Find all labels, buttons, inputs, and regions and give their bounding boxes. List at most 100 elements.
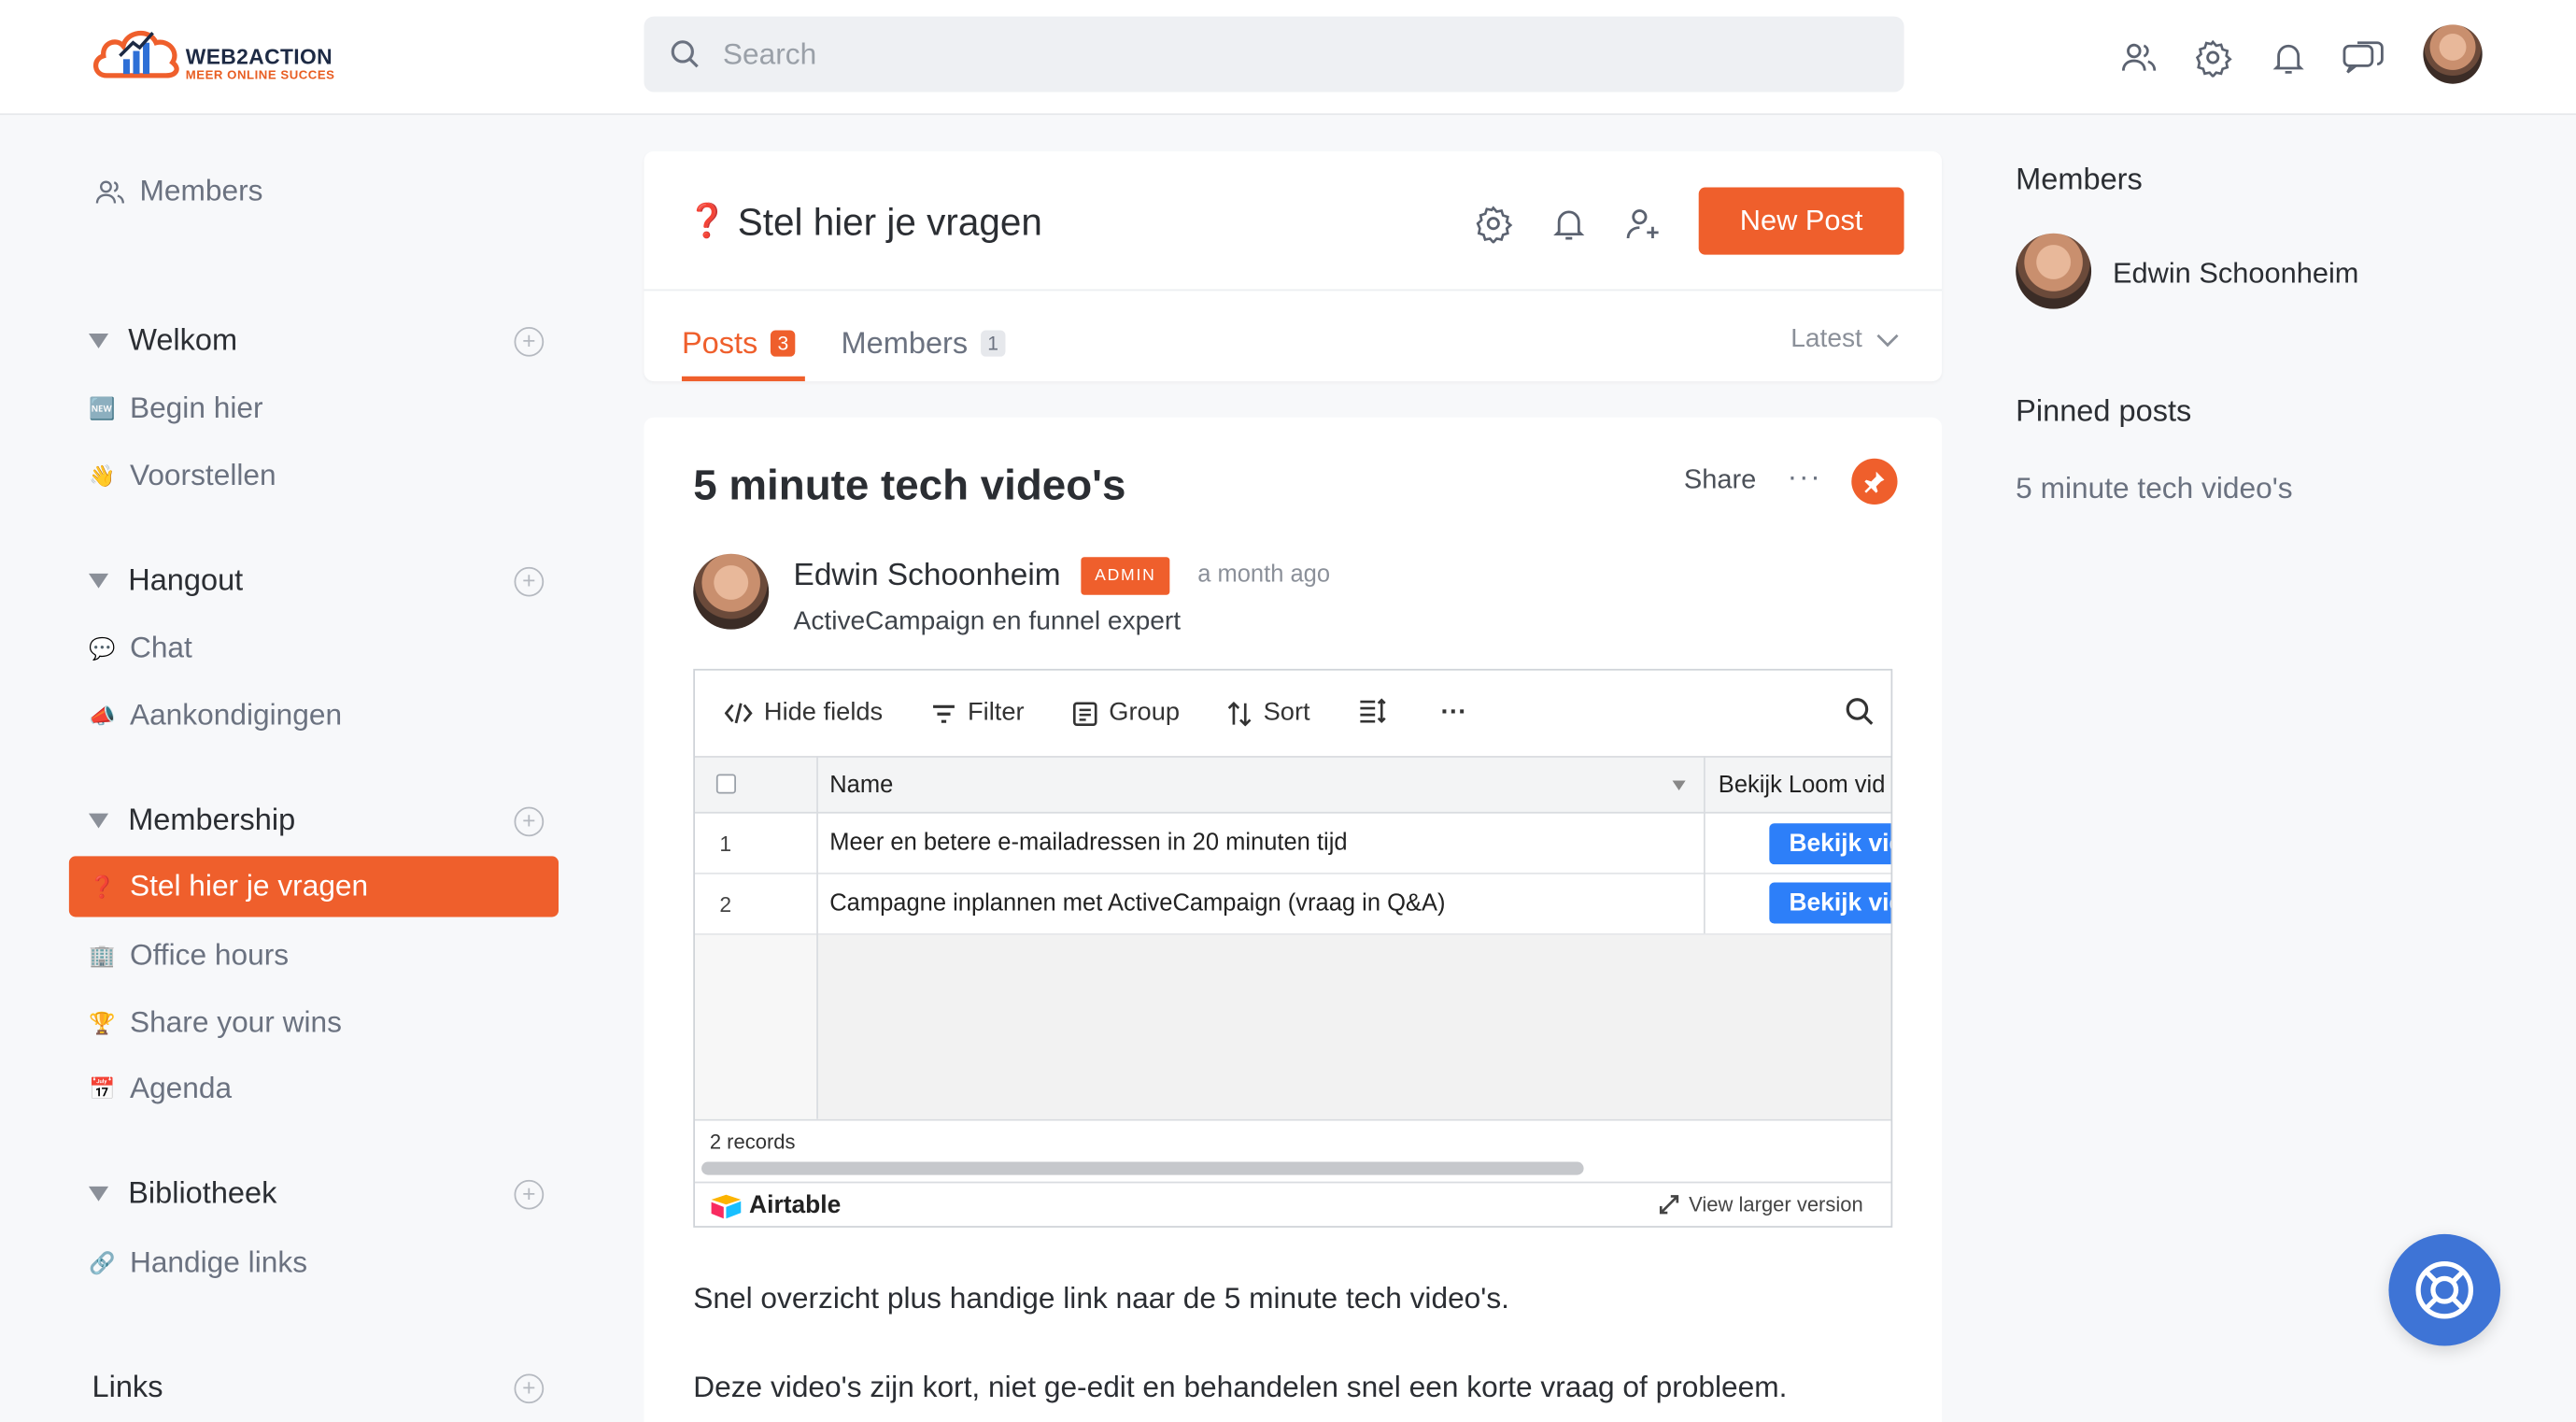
group-button[interactable]: Group (1073, 699, 1180, 729)
user-avatar[interactable] (2423, 24, 2483, 84)
add-space-icon[interactable]: + (514, 1373, 545, 1404)
share-button[interactable]: Share (1684, 465, 1756, 496)
sort-icon (1227, 701, 1252, 726)
brand-logo[interactable]: WEB2ACTION MEER ONLINE SUCCES (91, 23, 370, 89)
row-name: Meer en betere e-mailadressen in 20 minu… (829, 830, 1348, 857)
sidebar-item-agenda[interactable]: 📅 Agenda (89, 1072, 232, 1106)
section-title: Welkom (128, 321, 238, 357)
post-timestamp[interactable]: a month ago (1197, 562, 1330, 589)
hide-fields-button[interactable]: Hide fields (724, 699, 883, 729)
new-post-button[interactable]: New Post (1698, 187, 1904, 255)
speech-bubble-icon: 💬 (88, 634, 116, 661)
bekijk-video-button[interactable]: Bekijk video (1769, 882, 1891, 924)
question-icon: ❓ (88, 873, 116, 899)
pinned-post-link[interactable]: 5 minute tech video's (2016, 472, 2292, 506)
section-bibliotheek[interactable]: Bibliotheek (88, 1175, 276, 1212)
megaphone-icon: 📣 (88, 702, 116, 728)
search-bar[interactable] (644, 16, 1904, 92)
expand-icon (1659, 1195, 1679, 1215)
count-badge: 1 (981, 330, 1006, 357)
brand-tagline: MEER ONLINE SUCCES (185, 67, 335, 82)
settings-icon[interactable] (2193, 37, 2232, 78)
section-title: Links (92, 1369, 163, 1404)
space-notifications-icon[interactable] (1550, 204, 1589, 243)
messages-icon[interactable] (2341, 37, 2385, 77)
column-bekijk-loom[interactable]: Bekijk Loom vid (1719, 773, 1891, 799)
sidebar-members-link[interactable]: Members (93, 174, 262, 208)
select-all-checkbox[interactable] (715, 774, 736, 794)
sidebar-item-label: Handige links (129, 1245, 308, 1279)
view-larger-link[interactable]: View larger version (1659, 1193, 1863, 1216)
divider (695, 1181, 1891, 1184)
sidebar-item-label: Aankondigingen (129, 698, 343, 732)
sidebar-item-aankondigingen[interactable]: 📣 Aankondigingen (89, 699, 342, 733)
notifications-icon[interactable] (2269, 37, 2308, 77)
help-button[interactable] (2388, 1233, 2501, 1346)
search-input[interactable] (722, 16, 1874, 92)
table-row[interactable]: 2 Campagne inplannen met ActiveCampaign … (695, 875, 1891, 935)
sidebar-item-label: Office hours (129, 938, 290, 972)
more-options-icon[interactable]: ··· (1788, 460, 1822, 494)
section-hangout[interactable]: Hangout (88, 562, 244, 599)
author-headline: ActiveCampaign en funnel expert (793, 607, 1182, 636)
add-space-icon[interactable]: + (514, 806, 545, 837)
filter-button[interactable]: Filter (931, 698, 1025, 729)
sidebar-item-voorstellen[interactable]: 👋 Voorstellen (89, 459, 276, 493)
sidebar-item-handige-links[interactable]: 🔗 Handige links (89, 1245, 307, 1280)
column-name[interactable]: Name (829, 773, 893, 799)
row-height-icon[interactable] (1359, 698, 1387, 723)
sort-button[interactable]: Sort (1227, 699, 1310, 729)
post-body-paragraph: Deze video's zijn kort, niet ge-edit en … (693, 1370, 1788, 1404)
sidebar-item-stel-hier-je-vragen[interactable]: ❓ Stel hier je vragen (89, 869, 368, 903)
section-title: Hangout (128, 562, 244, 597)
author-avatar[interactable] (693, 553, 770, 630)
sidebar-item-office-hours[interactable]: 🏢 Office hours (89, 938, 289, 973)
filter-icon (933, 704, 955, 722)
sidebar-item-begin-hier[interactable]: 🆕 Begin hier (89, 391, 263, 426)
collapse-triangle-icon (88, 812, 109, 828)
section-welkom[interactable]: Welkom (88, 321, 238, 359)
horizontal-scrollbar[interactable] (701, 1161, 1584, 1175)
author-name[interactable]: Edwin Schoonheim (794, 559, 1061, 595)
collapse-triangle-icon (88, 1186, 109, 1201)
sidebar-item-chat[interactable]: 💬 Chat (89, 631, 192, 665)
search-icon[interactable] (1845, 697, 1875, 727)
tab-posts[interactable]: Posts 3 (682, 325, 796, 362)
sidebar-item-label: Share your wins (129, 1005, 342, 1039)
add-space-icon[interactable]: + (514, 566, 545, 597)
pushpin-icon (1864, 471, 1885, 493)
link-icon: 🔗 (88, 1249, 116, 1275)
column-dropdown-icon[interactable] (1672, 780, 1686, 791)
space-settings-icon[interactable] (1474, 204, 1513, 244)
bekijk-video-button[interactable]: Bekijk video (1769, 823, 1891, 865)
sidebar-item-label: Chat (129, 631, 192, 664)
row-name: Campagne inplannen met ActiveCampaign (v… (829, 890, 1446, 917)
section-links[interactable]: Links (92, 1369, 163, 1405)
pin-icon[interactable] (1851, 458, 1898, 505)
section-membership[interactable]: Membership (88, 802, 296, 838)
members-icon[interactable] (2119, 37, 2158, 77)
member-name[interactable]: Edwin Schoonheim (2113, 256, 2359, 291)
sort-dropdown[interactable]: Latest (1790, 325, 1898, 355)
toolbar-more-icon[interactable]: ··· (1441, 699, 1467, 729)
tab-label: Members (841, 325, 969, 361)
grid-divider (1703, 756, 1706, 934)
add-space-icon[interactable]: + (514, 1179, 545, 1210)
section-title: Membership (128, 802, 296, 837)
airtable-logo[interactable]: Airtable (710, 1191, 841, 1219)
member-avatar[interactable] (2016, 233, 2092, 309)
post-title[interactable]: 5 minute tech video's (693, 460, 1125, 511)
lifebuoy-icon (2415, 1260, 2474, 1319)
sidebar-item-share-your-wins[interactable]: 🏆 Share your wins (89, 1005, 342, 1040)
space-header-card (644, 150, 1943, 382)
cloud-logo-icon (93, 30, 179, 78)
members-panel-title: Members (2016, 161, 2143, 196)
tab-members[interactable]: Members 1 (842, 325, 1006, 362)
add-member-icon[interactable] (1623, 204, 1663, 243)
divider (644, 289, 1943, 292)
toolbar-label: Filter (967, 698, 1025, 727)
table-row[interactable]: 1 Meer en betere e-mailadressen in 20 mi… (695, 814, 1891, 875)
add-space-icon[interactable]: + (514, 327, 545, 357)
search-icon (671, 40, 699, 68)
grid-empty-area (817, 934, 1891, 1119)
